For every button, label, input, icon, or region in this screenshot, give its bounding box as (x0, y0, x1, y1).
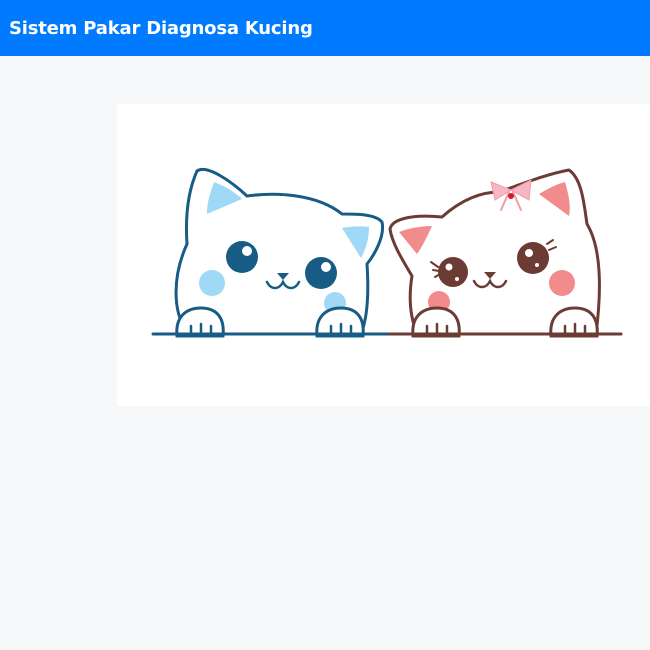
brown-cat-right-cheek (549, 270, 575, 296)
blue-cat-left-eye (226, 241, 258, 273)
brown-cat (388, 168, 601, 338)
brown-cat-left-eye (438, 257, 468, 287)
top-navbar: Sistem Pakar Diagnosa Kucing (0, 0, 650, 56)
blue-cat-right-eye (305, 257, 337, 289)
blue-cat-right-eye-shine (321, 262, 331, 272)
hero-image-card (117, 104, 650, 406)
brown-cat-right-eye (517, 242, 549, 274)
brown-cat-left-eye-shine (445, 263, 453, 271)
blue-cat-left-cheek (199, 270, 225, 296)
brown-cat-right-eye-shine (525, 249, 533, 257)
navbar-brand[interactable]: Sistem Pakar Diagnosa Kucing (9, 18, 313, 39)
blue-cat (174, 167, 385, 338)
cats-illustration (151, 167, 623, 338)
blue-cat-left-eye-shine (242, 246, 252, 256)
